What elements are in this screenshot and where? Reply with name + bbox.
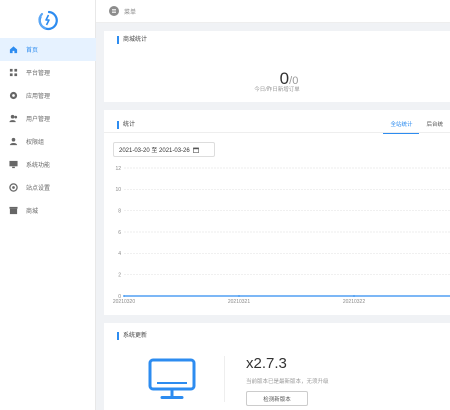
stats-title: 商城统计 — [117, 36, 147, 44]
breadcrumb: 菜单 — [124, 10, 137, 16]
data-point[interactable] — [238, 295, 240, 297]
sidebar-item[interactable]: 用户管理 — [0, 107, 96, 130]
sidebar-item-label: 站点设置 — [26, 186, 51, 192]
x-tick-label: 20210320 — [113, 299, 135, 305]
users-icon — [9, 114, 18, 123]
y-tick-label: 2 — [118, 272, 121, 278]
apps-icon — [9, 91, 18, 100]
sidebar-item[interactable]: 权限组 — [0, 130, 96, 153]
sidebar-item[interactable]: 站点设置 — [0, 176, 96, 199]
system-update-card: 系统更新 x2.7.3 当前版本已是最新版本，无须升级 检测新版本 — [104, 323, 450, 410]
sidebar-item-label: 应用管理 — [26, 94, 51, 100]
shop-icon — [9, 206, 18, 215]
app-logo-icon[interactable] — [36, 9, 58, 31]
check-update-button[interactable]: 检测新版本 — [246, 391, 308, 406]
version-note: 当前版本已是最新版本，无须升级 — [246, 379, 329, 385]
data-point[interactable] — [123, 295, 125, 297]
y-tick-label: 12 — [115, 166, 121, 172]
calendar-icon — [192, 147, 199, 153]
y-tick-label: 6 — [118, 230, 121, 236]
sidebar-item-label: 首页 — [26, 48, 39, 54]
tab-site-stats[interactable]: 全站统计 — [383, 118, 420, 134]
user-group-icon — [9, 137, 18, 146]
sidebar-item-label: 权限组 — [26, 140, 45, 146]
x-tick-label: 20210322 — [343, 299, 365, 305]
grid-icon — [9, 68, 18, 77]
chart-title: 统计 — [117, 121, 135, 129]
divider — [224, 356, 225, 402]
chart-tabs: 全站统计 后台统 — [383, 118, 450, 134]
sidebar-item[interactable]: 平台管理 — [0, 61, 96, 84]
menu-toggle-icon[interactable] — [109, 6, 119, 16]
settings-icon — [9, 183, 18, 192]
sidebar-item-label: 系统功能 — [26, 163, 51, 169]
sidebar-item-label: 用户管理 — [26, 117, 51, 123]
chart-card: 统计 全站统计 后台统 2021-03-20 至 2021-03-26 0246… — [104, 110, 450, 315]
date-range-picker[interactable]: 2021-03-20 至 2021-03-26 — [113, 142, 215, 157]
line-chart: 02468101220210320 20210321 20210322 — [113, 166, 450, 305]
sidebar-item-label: 商城 — [26, 209, 39, 215]
date-range-value: 2021-03-20 至 2021-03-26 — [119, 148, 190, 154]
orders-label: 今日/昨日新增订单 — [254, 87, 300, 93]
system-title: 系统更新 — [117, 332, 147, 340]
data-point[interactable] — [353, 295, 355, 297]
monitor-icon — [148, 358, 196, 399]
sidebar-item[interactable]: 应用管理 — [0, 84, 96, 107]
home-icon — [9, 45, 18, 54]
x-tick-label: 20210321 — [228, 299, 250, 305]
monitor-icon — [9, 160, 18, 169]
sidebar-item-label: 平台管理 — [26, 71, 51, 77]
top-bar: 菜单 — [96, 0, 450, 23]
version-number: x2.7.3 — [246, 355, 287, 372]
y-tick-label: 4 — [118, 251, 121, 257]
sidebar-menu: 首页平台管理应用管理用户管理权限组系统功能站点设置商城 — [0, 38, 96, 222]
sidebar-item[interactable]: 商城 — [0, 199, 96, 222]
sidebar: 首页平台管理应用管理用户管理权限组系统功能站点设置商城 — [0, 0, 96, 410]
tab-admin-stats[interactable]: 后台统 — [419, 118, 450, 134]
sidebar-item[interactable]: 首页 — [0, 38, 96, 61]
sidebar-item[interactable]: 系统功能 — [0, 153, 96, 176]
y-tick-label: 8 — [118, 208, 121, 214]
y-tick-label: 10 — [115, 187, 121, 193]
